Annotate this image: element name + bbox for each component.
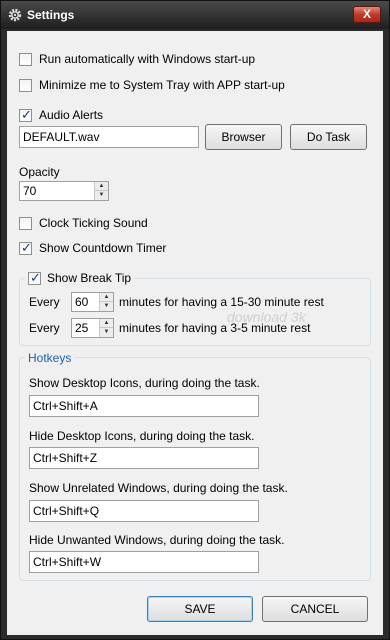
hotkey-4-input[interactable]: Ctrl+Shift+W [29, 551, 259, 573]
minimize-to-tray-label: Minimize me to System Tray with APP star… [39, 78, 285, 92]
hotkey-3-label: Show Unrelated Windows, during doing the… [29, 481, 288, 495]
window-title: Settings [27, 8, 75, 22]
break-row-1-value: 60 [75, 295, 89, 309]
minimize-to-tray-checkbox[interactable] [19, 79, 32, 92]
break-tip-label: Show Break Tip [47, 271, 132, 285]
settings-panel: Run automatically with Windows start-up … [7, 31, 383, 635]
hotkeys-title: Hotkeys [25, 351, 75, 365]
audio-alerts-label: Audio Alerts [39, 108, 104, 122]
break-row-1-stepper[interactable]: 60 ▲ ▼ [71, 292, 114, 312]
increment-arrow-icon[interactable]: ▲ [100, 293, 113, 302]
opacity-arrows: ▲ ▼ [94, 182, 108, 200]
opacity-stepper[interactable]: 70 ▲ ▼ [19, 181, 109, 201]
break-tip-header: Show Break Tip [25, 270, 135, 287]
increment-arrow-icon[interactable]: ▲ [95, 182, 108, 191]
break-row-2-every: Every [29, 321, 60, 335]
browser-button[interactable]: Browser [205, 124, 282, 150]
hotkey-3-input[interactable]: Ctrl+Shift+Q [29, 500, 259, 522]
clock-ticking-checkbox[interactable] [19, 217, 32, 230]
hotkeys-group [19, 357, 371, 581]
save-button[interactable]: SAVE [147, 596, 253, 622]
hotkey-1-label: Show Desktop Icons, during doing the tas… [29, 376, 260, 390]
decrement-arrow-icon[interactable]: ▼ [100, 302, 113, 311]
break-row-2-value: 25 [75, 321, 89, 335]
opacity-value: 70 [23, 184, 37, 198]
close-button[interactable]: X [353, 6, 381, 23]
settings-window: Settings X Run automatically with Window… [0, 0, 390, 640]
cancel-button[interactable]: CANCEL [262, 596, 368, 622]
hotkey-4-label: Hide Unwanted Windows, during doing the … [29, 533, 285, 547]
break-row-2-arrows: ▲ ▼ [99, 319, 113, 337]
break-row-2-text: minutes for having a 3-5 minute rest [119, 321, 311, 335]
audio-file-input[interactable]: DEFAULT.wav [19, 126, 199, 148]
break-row-1-arrows: ▲ ▼ [99, 293, 113, 311]
run-on-startup-label: Run automatically with Windows start-up [39, 52, 256, 66]
increment-arrow-icon[interactable]: ▲ [100, 319, 113, 328]
decrement-arrow-icon[interactable]: ▼ [95, 191, 108, 200]
gear-icon [8, 8, 22, 22]
break-row-1-text: minutes for having a 15-30 minute rest [119, 295, 324, 309]
countdown-timer-checkbox[interactable] [19, 240, 32, 256]
break-row-1-every: Every [29, 295, 60, 309]
countdown-timer-label: Show Countdown Timer [39, 241, 167, 255]
audio-alerts-checkbox[interactable] [19, 107, 32, 123]
break-tip-checkbox[interactable] [28, 270, 41, 286]
close-icon: X [362, 7, 371, 21]
decrement-arrow-icon[interactable]: ▼ [100, 328, 113, 337]
hotkey-2-label: Hide Desktop Icons, during doing the tas… [29, 429, 255, 443]
do-task-button[interactable]: Do Task [290, 124, 367, 150]
clock-ticking-label: Clock Ticking Sound [39, 216, 148, 230]
hotkey-2-input[interactable]: Ctrl+Shift+Z [29, 447, 259, 469]
break-row-2-stepper[interactable]: 25 ▲ ▼ [71, 318, 114, 338]
hotkey-1-input[interactable]: Ctrl+Shift+A [29, 395, 259, 417]
opacity-label: Opacity [19, 165, 60, 179]
title-bar[interactable]: Settings X [1, 1, 389, 29]
run-on-startup-checkbox[interactable] [19, 53, 32, 66]
